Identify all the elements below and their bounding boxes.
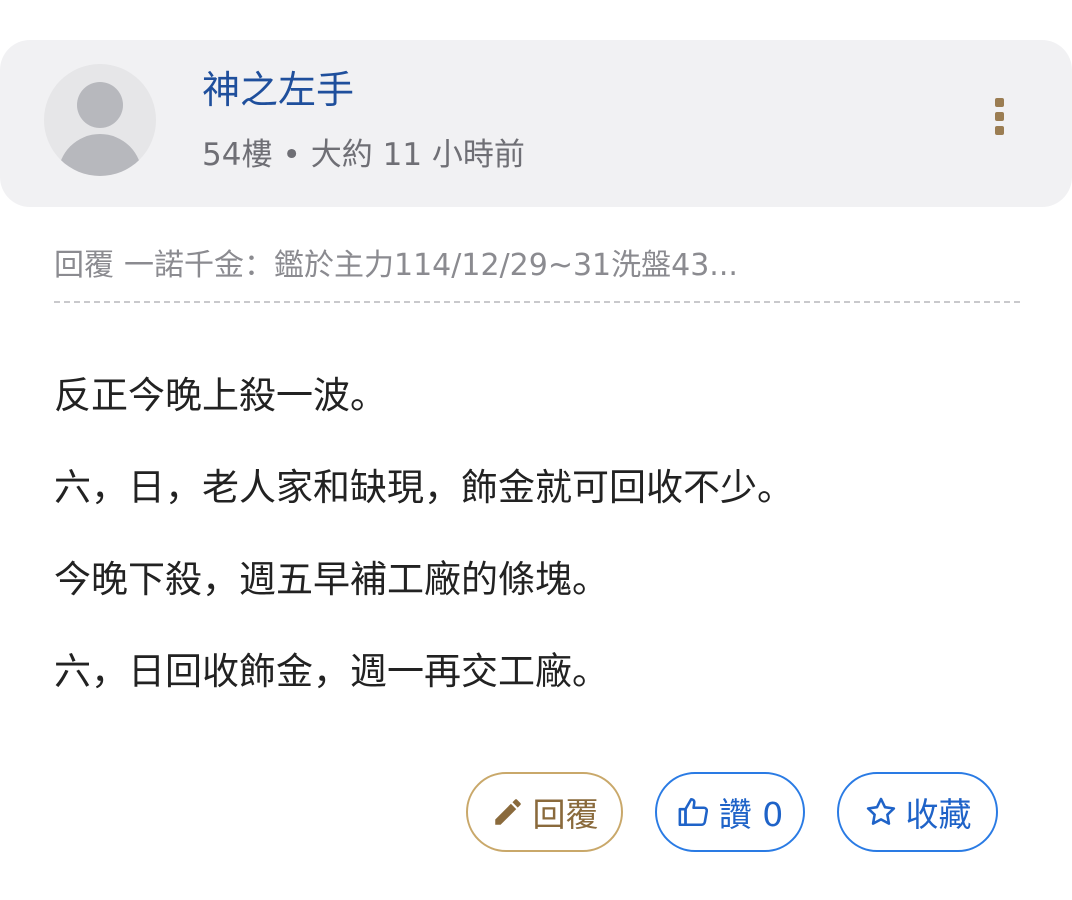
avatar-head — [77, 82, 123, 128]
post-meta: 54樓 • 大約 11 小時前 — [202, 134, 525, 176]
meta-separator: • — [282, 137, 301, 173]
reply-button[interactable]: 回覆 — [466, 772, 623, 852]
post-header: 神之左手 54樓 • 大約 11 小時前 — [0, 40, 1072, 207]
post-page: 神之左手 54樓 • 大約 11 小時前 回覆 一諾千金：鑑於主力114/12/29~… — [0, 0, 1072, 900]
reply-quote[interactable]: 回覆 一諾千金：鑑於主力114/12/29~31洗盤43... — [54, 246, 1020, 286]
more-dot — [995, 98, 1004, 107]
more-dot — [995, 112, 1004, 121]
pencil-icon — [491, 795, 525, 829]
content-line: 六，日，老人家和缺現，飾金就可回收不少。 — [54, 466, 794, 509]
like-button[interactable]: 讚 0 — [655, 772, 805, 852]
more-dot — [995, 126, 1004, 135]
content-line: 今晚下殺，週五早補工廠的條塊。 — [54, 558, 609, 601]
favorite-button[interactable]: 收藏 — [837, 772, 998, 852]
avatar-body — [58, 134, 142, 176]
thumbs-up-icon — [677, 795, 711, 829]
more-vertical-icon[interactable] — [982, 96, 1018, 140]
content-line: 六，日回收飾金，週一再交工廠。 — [54, 650, 609, 693]
reply-quote-prefix: 回覆 — [54, 248, 114, 283]
default-avatar-icon[interactable] — [44, 64, 156, 176]
floor-number: 54樓 — [202, 137, 273, 173]
post-time: 大約 11 小時前 — [310, 137, 525, 173]
author-name[interactable]: 神之左手 — [202, 66, 354, 114]
post-content: 反正今晚上殺一波。 六，日，老人家和缺現，飾金就可回收不少。 今晚下殺，週五早補… — [54, 370, 1034, 738]
star-icon — [864, 795, 898, 829]
reply-button-label: 回覆 — [532, 795, 599, 834]
favorite-button-label: 收藏 — [905, 795, 972, 834]
reply-quote-text: 一諾千金：鑑於主力114/12/29~31洗盤43... — [124, 248, 738, 283]
quote-divider — [54, 301, 1020, 303]
like-button-label: 讚 0 — [718, 795, 784, 834]
content-line: 反正今晚上殺一波。 — [54, 374, 387, 417]
